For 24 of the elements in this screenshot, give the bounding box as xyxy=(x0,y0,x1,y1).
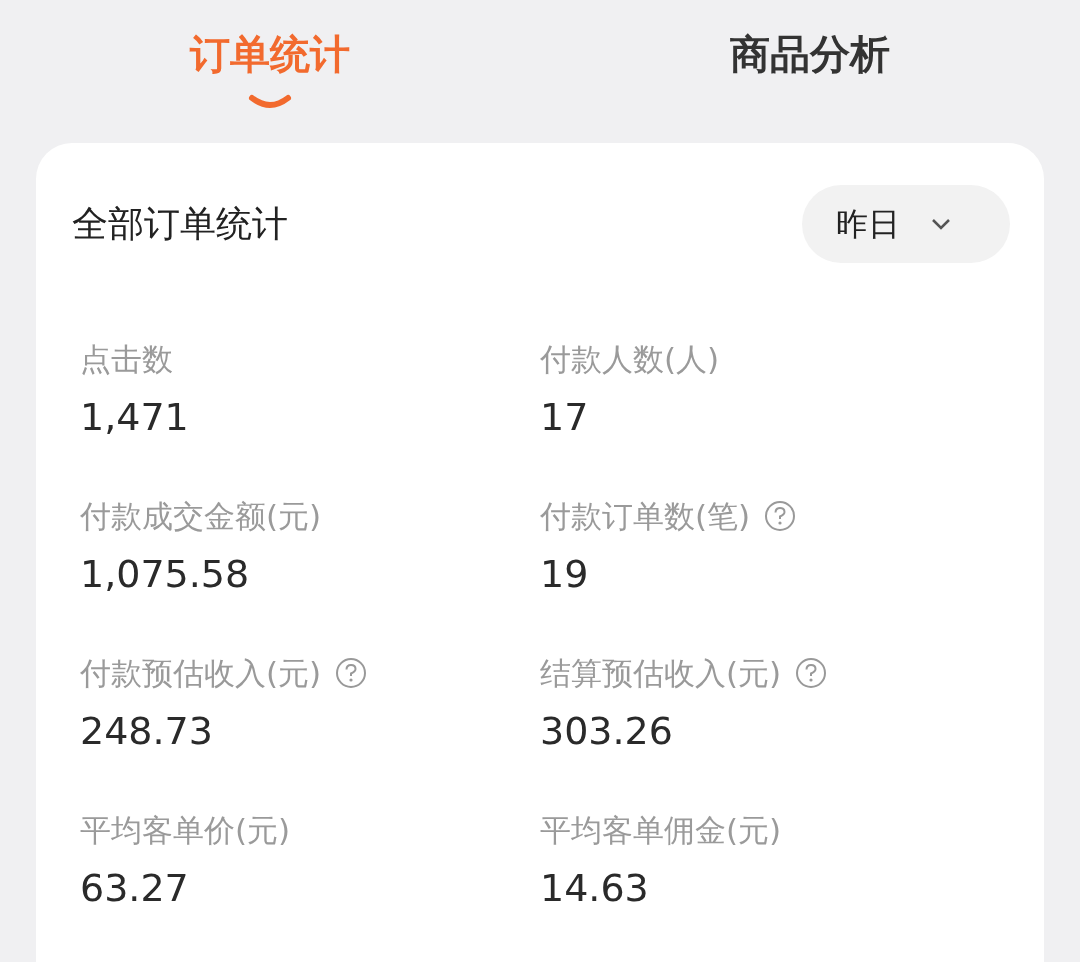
help-icon[interactable] xyxy=(764,500,797,532)
period-dropdown[interactable]: 昨日 xyxy=(802,185,1010,263)
stat-value: 14.63 xyxy=(540,865,650,912)
stat-value: 19 xyxy=(540,551,590,598)
card-title: 全部订单统计 xyxy=(72,202,288,246)
stat-value: 248.73 xyxy=(80,708,214,755)
chevron-down-icon xyxy=(930,217,952,231)
tab[interactable]: 商品分析 xyxy=(540,0,1080,143)
stat-label: 点击数 xyxy=(80,339,173,379)
stat-label: 付款成交金额(元) xyxy=(80,496,322,536)
stat-label: 结算预估收入(元) xyxy=(540,653,782,693)
stat-label: 付款预估收入(元) xyxy=(80,653,322,693)
stat-value: 63.27 xyxy=(80,865,190,912)
stat-value: 1,471 xyxy=(80,394,190,441)
help-icon[interactable] xyxy=(795,657,828,689)
stat-label: 平均客单佣金(元) xyxy=(540,810,782,850)
help-icon[interactable] xyxy=(335,657,368,689)
stat-label: 平均客单价(元) xyxy=(80,810,291,850)
stat-label: 付款人数(人) xyxy=(540,339,720,379)
stat-value: 1,075.58 xyxy=(80,551,251,598)
tab-indicator-icon xyxy=(248,94,292,110)
stat-value: 303.26 xyxy=(540,708,674,755)
stat-label: 付款订单数(笔) xyxy=(540,496,751,536)
stat-value: 17 xyxy=(540,394,590,441)
